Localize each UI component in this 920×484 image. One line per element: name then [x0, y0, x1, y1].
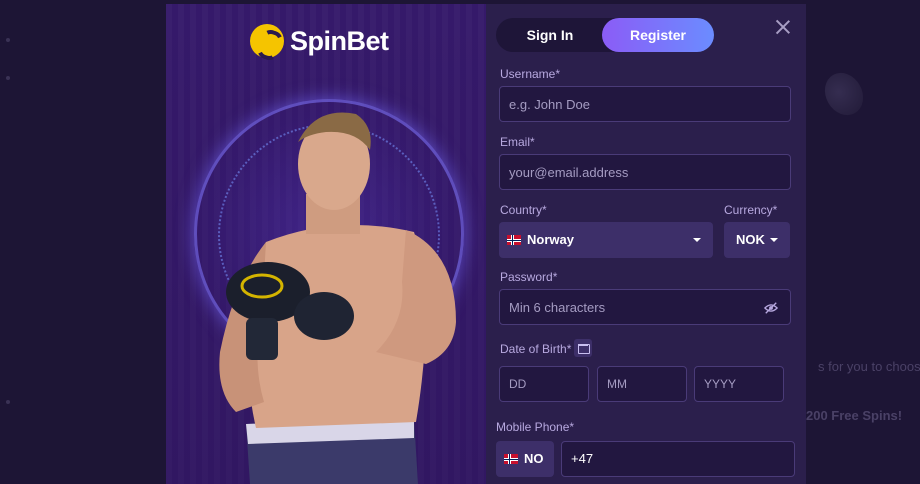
norway-flag-icon	[504, 454, 518, 464]
chevron-down-icon	[770, 238, 778, 242]
currency-value: NOK	[736, 232, 765, 247]
background-dot	[6, 38, 10, 42]
phone-label: Mobile Phone*	[496, 420, 575, 434]
username-input[interactable]	[509, 87, 781, 121]
chevron-down-icon	[693, 238, 701, 242]
eye-off-icon[interactable]	[764, 301, 778, 315]
dob-day-field[interactable]	[499, 366, 589, 402]
auth-tabs: Sign In Register	[496, 18, 714, 52]
dob-label: Date of Birth*	[500, 342, 572, 356]
username-field[interactable]	[499, 86, 791, 122]
background-dot	[6, 400, 10, 404]
logo-text: SpinBet	[290, 25, 389, 56]
currency-label: Currency*	[724, 203, 778, 217]
currency-select[interactable]: NOK	[724, 222, 790, 258]
logo-mark-icon	[250, 24, 284, 58]
phone-prefix: +47	[571, 451, 594, 466]
dob-year-input[interactable]	[704, 367, 774, 401]
register-form: Sign In Register Username* Email* Countr…	[486, 4, 806, 484]
country-label: Country*	[500, 203, 547, 217]
spinbet-logo: SpinBet	[250, 24, 389, 58]
tab-sign-in[interactable]: Sign In	[496, 18, 604, 52]
email-label: Email*	[500, 135, 535, 149]
fighter-illustration	[219, 112, 456, 484]
username-label: Username*	[500, 67, 561, 81]
background-promo-text: s for you to choose	[818, 359, 920, 374]
email-input[interactable]	[509, 155, 781, 189]
norway-flag-icon	[507, 235, 521, 245]
phone-country-select[interactable]: NO	[496, 441, 554, 477]
dob-month-input[interactable]	[607, 367, 677, 401]
background-free-spins-text: 200 Free Spins!	[806, 408, 903, 423]
country-value: Norway	[527, 232, 574, 247]
phone-field[interactable]: +47	[561, 441, 795, 477]
calendar-icon[interactable]	[574, 339, 592, 357]
background-dot	[6, 76, 10, 80]
close-icon[interactable]	[774, 18, 792, 36]
dob-day-input[interactable]	[509, 367, 579, 401]
country-select[interactable]: Norway	[499, 222, 713, 258]
email-field[interactable]	[499, 154, 791, 190]
tab-register[interactable]: Register	[602, 18, 714, 52]
password-input[interactable]	[509, 290, 781, 324]
dob-month-field[interactable]	[597, 366, 687, 402]
phone-country-code: NO	[524, 451, 544, 466]
hero-panel: SpinBet	[166, 4, 486, 484]
password-label: Password*	[500, 270, 558, 284]
dob-year-field[interactable]	[694, 366, 784, 402]
casino-chip-icon	[817, 65, 871, 123]
password-field[interactable]	[499, 289, 791, 325]
register-modal: SpinBet Sign In Register Username* e.g. …	[166, 4, 806, 484]
